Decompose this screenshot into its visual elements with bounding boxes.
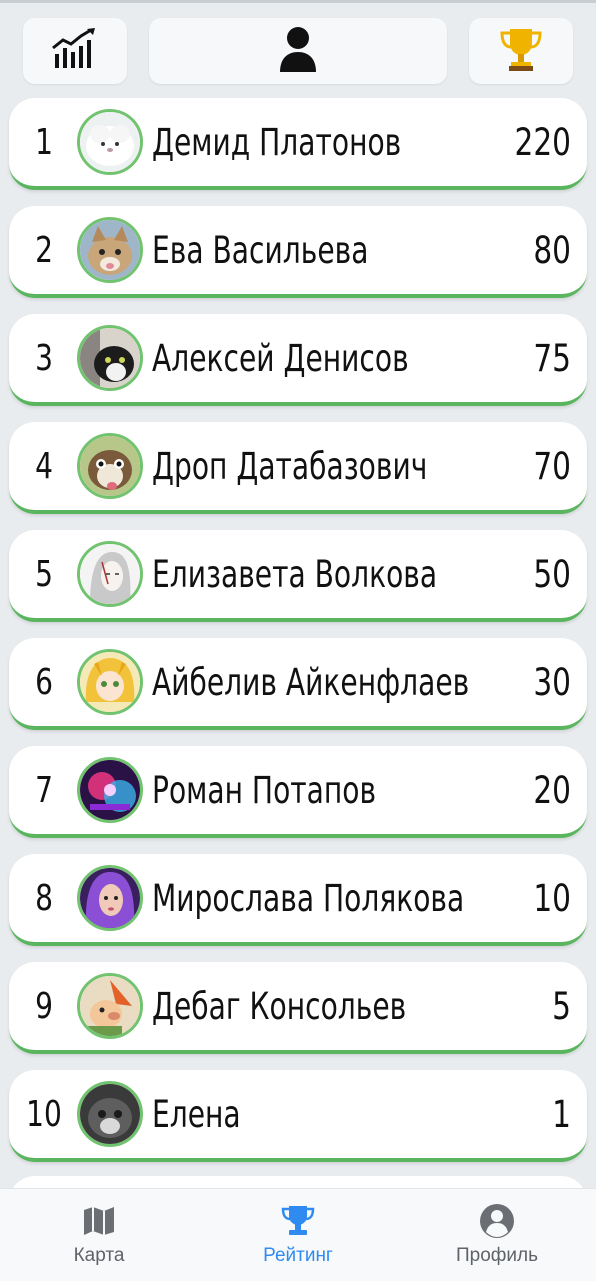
player-name: Елизавета Волкова (152, 552, 438, 596)
leaderboard-row[interactable]: 9 Дебаг Консольев 5 (9, 962, 587, 1054)
player-score: 20 (533, 768, 571, 812)
nav-rating-label: Рейтинг (263, 1245, 333, 1266)
trophy-icon (281, 1203, 315, 1239)
avatar (77, 865, 143, 931)
rank-number: 8 (35, 877, 53, 919)
leaderboard-row[interactable]: 3 Алексей Денисов 75 (9, 314, 587, 406)
stats-button[interactable] (23, 18, 127, 84)
rank-number: 6 (35, 661, 53, 703)
avatar (77, 649, 143, 715)
trophy-button[interactable] (469, 18, 573, 84)
bar-chart-trend-icon (49, 26, 101, 77)
player-name: Дебаг Консольев (152, 984, 407, 1028)
player-score: 5 (552, 984, 571, 1028)
rank-number: 2 (35, 229, 53, 271)
leaderboard-row[interactable]: 7 Роман Потапов 20 (9, 746, 587, 838)
avatar (77, 1081, 143, 1147)
rank-number: 7 (35, 769, 53, 811)
rank-number: 3 (35, 337, 53, 379)
nav-profile-label: Профиль (455, 1245, 539, 1266)
map-icon (82, 1203, 116, 1239)
rank-number: 10 (26, 1093, 62, 1135)
rank-number: 1 (35, 121, 53, 163)
player-name: Демид Платонов (152, 120, 402, 164)
user-filter-button[interactable] (149, 18, 447, 84)
player-name: Дроп Датабазович (152, 444, 428, 488)
nav-rating[interactable]: Рейтинг (199, 1189, 397, 1281)
leaderboard-row[interactable]: 5 Елизавета Волкова 50 (9, 530, 587, 622)
player-score: 75 (533, 336, 571, 380)
player-score: 1 (552, 1092, 571, 1136)
bottom-navigation: Карта Рейтинг Профиль (0, 1188, 596, 1281)
player-name: Роман Потапов (152, 768, 377, 812)
player-name: Мирослава Полякова (152, 876, 465, 920)
avatar (77, 973, 143, 1039)
rank-number: 4 (35, 445, 53, 487)
player-name: Ева Васильева (152, 228, 369, 272)
trophy-icon (498, 25, 544, 78)
player-name: Айбелив Айкенфлаев (152, 660, 470, 704)
leaderboard-row[interactable]: 6 Айбелив Айкенфлаев 30 (9, 638, 587, 730)
avatar (77, 433, 143, 499)
leaderboard-row[interactable]: 10 Елена 1 (9, 1070, 587, 1162)
player-score: 80 (533, 228, 571, 272)
player-score: 50 (533, 552, 571, 596)
player-score: 10 (533, 876, 571, 920)
nav-map-label: Карта (73, 1245, 125, 1266)
player-score: 30 (533, 660, 571, 704)
player-name: Елена (152, 1092, 241, 1136)
player-score: 220 (514, 120, 572, 164)
person-icon (278, 26, 318, 77)
player-score: 70 (533, 444, 571, 488)
account-circle-icon (479, 1203, 515, 1239)
leaderboard-row[interactable]: 8 Мирослава Полякова 10 (9, 854, 587, 946)
avatar (77, 325, 143, 391)
leaderboard-row[interactable]: 4 Дроп Датабазович 70 (9, 422, 587, 514)
avatar (77, 757, 143, 823)
player-name: Алексей Денисов (152, 336, 409, 380)
leaderboard-row[interactable]: 2 Ева Васильева 80 (9, 206, 587, 298)
rank-number: 5 (35, 553, 53, 595)
rank-number: 9 (35, 985, 53, 1027)
nav-map[interactable]: Карта (0, 1189, 198, 1281)
avatar (77, 541, 143, 607)
avatar (77, 217, 143, 283)
top-toolbar (0, 0, 596, 92)
avatar (77, 109, 143, 175)
leaderboard-row[interactable]: 1 Демид Платонов 220 (9, 98, 587, 190)
nav-profile[interactable]: Профиль (398, 1189, 596, 1281)
